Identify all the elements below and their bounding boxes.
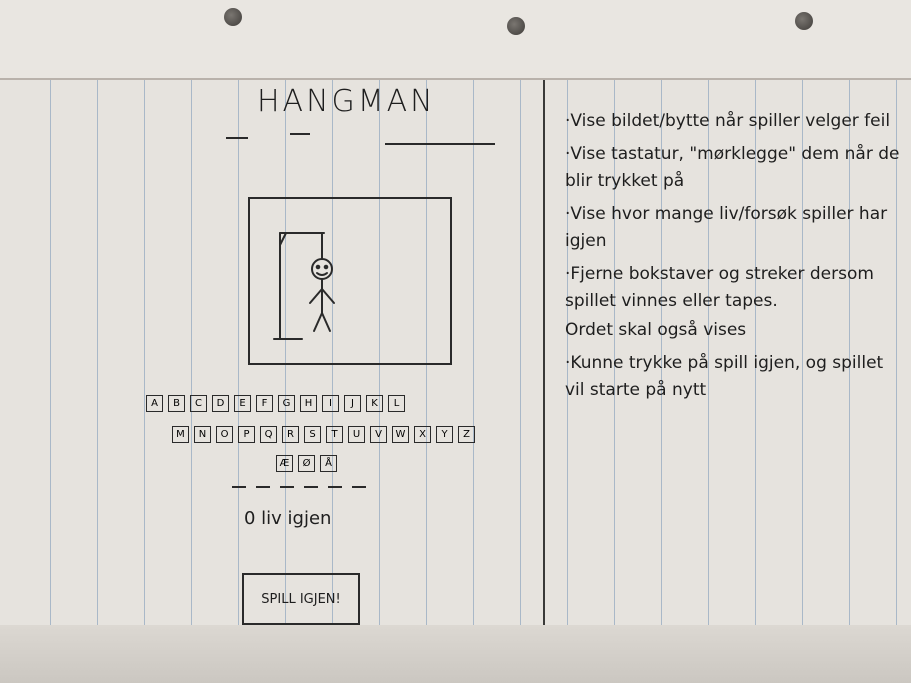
letter-key-w[interactable]: W [392, 426, 409, 443]
note-item: ·Fjerne bokstaver og streker dersom spil… [565, 264, 874, 311]
letter-key-v[interactable]: V [370, 426, 387, 443]
punch-hole [507, 17, 525, 35]
requirements-notes: ·Vise bildet/bytte når spiller velger fe… [565, 108, 905, 410]
hangman-image-frame [248, 197, 452, 365]
letter-key-o[interactable]: O [216, 426, 233, 443]
title-underline-dash [290, 133, 310, 135]
letter-key-z[interactable]: Z [458, 426, 475, 443]
stickman-leg [321, 312, 331, 332]
note-item: ·Vise hvor mange liv/forsøk spiller har … [565, 204, 888, 251]
letter-key-l[interactable]: L [388, 395, 405, 412]
letter-key-å[interactable]: Å [320, 455, 337, 472]
paper-header-strip [0, 0, 911, 80]
letter-key-u[interactable]: U [348, 426, 365, 443]
letter-key-s[interactable]: S [304, 426, 321, 443]
word-dashes [232, 486, 376, 488]
stickman-arm [309, 288, 323, 304]
letter-key-a[interactable]: A [146, 395, 163, 412]
letter-key-ø[interactable]: Ø [298, 455, 315, 472]
letter-key-c[interactable]: C [190, 395, 207, 412]
letter-key-m[interactable]: M [172, 426, 189, 443]
stickman-leg [313, 312, 323, 332]
keyboard-row-2: MNOPQRSTUVWXYZ [172, 426, 480, 443]
letter-key-r[interactable]: R [282, 426, 299, 443]
margin-line [543, 80, 545, 683]
letter-key-d[interactable]: D [212, 395, 229, 412]
note-item: ·Vise bildet/bytte når spiller velger fe… [565, 111, 891, 131]
letter-key-g[interactable]: G [278, 395, 295, 412]
stickman-arm [321, 288, 335, 304]
paper-shadow [0, 625, 911, 683]
letter-key-b[interactable]: B [168, 395, 185, 412]
note-item: Ordet skal også vises [565, 320, 747, 340]
note-item: ·Kunne trykke på spill igjen, og spillet… [565, 353, 884, 400]
hangman-drawing [273, 232, 335, 340]
stickman-eye [315, 264, 321, 270]
title-underline-dash [226, 137, 248, 139]
letter-key-h[interactable]: H [300, 395, 317, 412]
sketch-title: HANGMAN [257, 84, 436, 119]
lives-remaining-text: 0 liv igjen [244, 508, 332, 529]
stickman-eye [323, 264, 329, 270]
letter-key-p[interactable]: P [238, 426, 255, 443]
stickman-mouth [316, 272, 328, 276]
letter-key-t[interactable]: T [326, 426, 343, 443]
keyboard-row-1: ABCDEFGHIJKL [146, 395, 410, 412]
letter-key-j[interactable]: J [344, 395, 361, 412]
punch-hole [795, 12, 813, 30]
letter-key-x[interactable]: X [414, 426, 431, 443]
play-again-button[interactable]: SPILL IGJEN! [242, 573, 360, 625]
letter-key-æ[interactable]: Æ [276, 455, 293, 472]
letter-key-y[interactable]: Y [436, 426, 453, 443]
punch-hole [224, 8, 242, 26]
letter-key-k[interactable]: K [366, 395, 383, 412]
letter-key-q[interactable]: Q [260, 426, 277, 443]
title-underline-dash [385, 143, 495, 145]
note-item: ·Vise tastatur, "mørklegge" dem når de b… [565, 144, 900, 191]
letter-key-i[interactable]: I [322, 395, 339, 412]
letter-key-e[interactable]: E [234, 395, 251, 412]
letter-key-n[interactable]: N [194, 426, 211, 443]
letter-key-f[interactable]: F [256, 395, 273, 412]
keyboard-row-3: ÆØÅ [276, 455, 342, 472]
